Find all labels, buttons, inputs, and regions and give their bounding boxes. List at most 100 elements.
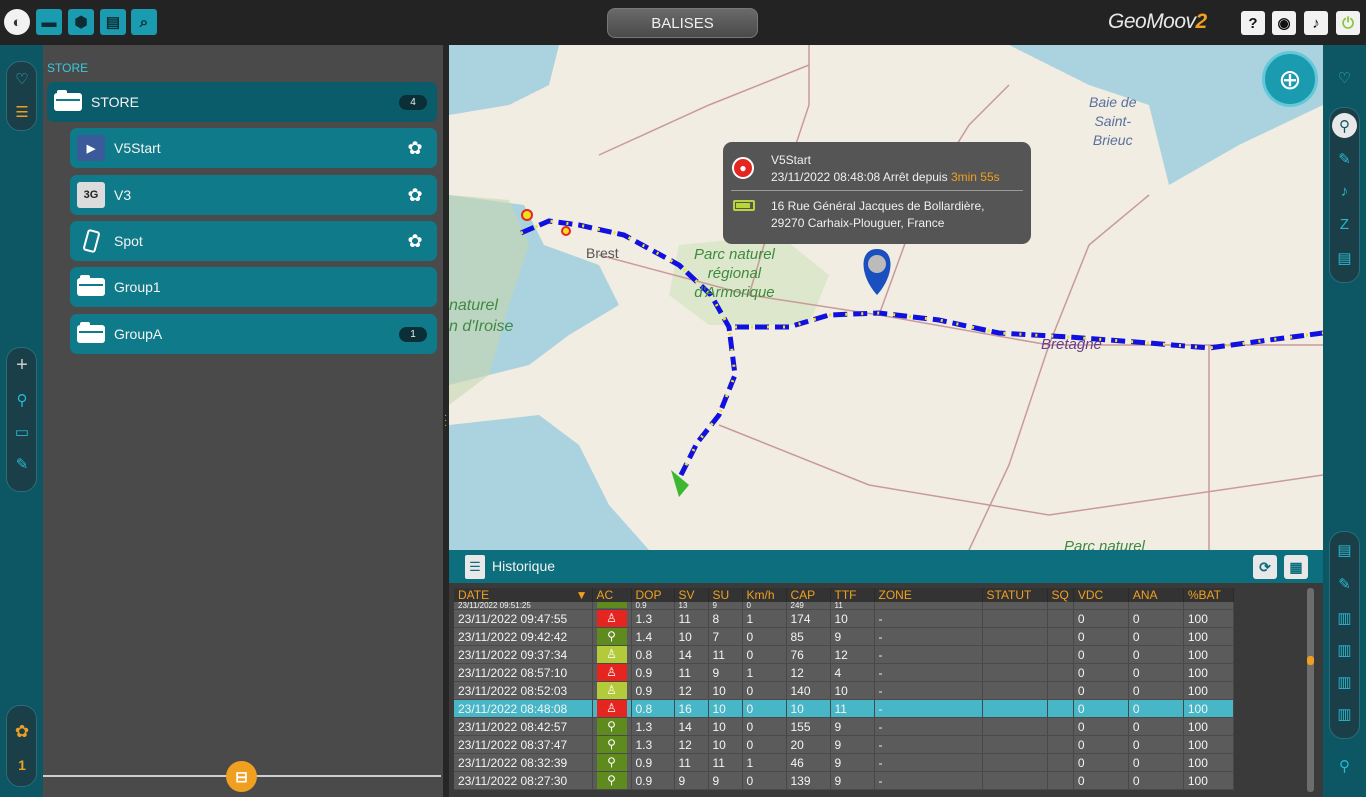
folder-icon[interactable]: ▭ [10,420,34,444]
column-header-ac[interactable]: AC [592,588,632,602]
column-header-sv[interactable]: SV [674,588,709,602]
cell-cap: 155 [786,717,831,736]
truck-icon[interactable]: ▬ [36,9,62,35]
table-row[interactable]: 23/11/2022 09:37:34 ♙ 0.8 14 11 0 76 12-0 0 100 [454,645,1234,664]
cell-zone: - [874,735,983,754]
cell-su: 10 [708,699,743,718]
paw-icon[interactable]: ✿ [403,231,427,252]
scroll-position-marker[interactable] [1307,656,1314,665]
table-row[interactable]: 23/11/2022 08:27:30 ⚲ 0.9 9 9 0 139 9-0 0 100 [454,771,1234,790]
paw-icon[interactable]: ✿ [10,720,34,744]
column-header-sq[interactable]: SQ [1047,588,1074,602]
panel-resize-handle[interactable]: ⊟ [226,761,257,792]
paw-icon[interactable]: ✿ [403,138,427,159]
sleep-timer-icon[interactable]: Z [1332,212,1357,237]
filter-car-icon[interactable]: ⚲ [1332,753,1357,778]
map-view-icon[interactable]: ♡ [10,67,34,91]
trash-alt-icon[interactable]: ▥ [1332,701,1357,726]
table-row[interactable]: 23/11/2022 09:42:42 ⚲ 1.4 10 7 0 85 9-0 0 100 [454,627,1234,646]
cell-ttf: 12 [830,645,875,664]
sort-desc-icon[interactable]: ▼ [576,588,588,602]
map-label-bay: Baie de Saint- Brieuc [1089,94,1137,148]
cell-vdc: 0 [1073,735,1129,754]
cell-vdc: 0 [1073,663,1129,682]
module-title-button[interactable]: BALISES [607,8,758,38]
export-icon[interactable]: ▦ [1284,555,1308,579]
document-icon[interactable]: ▤ [100,9,126,35]
wrench-icon[interactable]: ✎ [1332,571,1357,596]
search-icon[interactable]: ⌕ [131,9,157,35]
cell-dop: 1.3 [631,717,675,736]
device-info-popup: ● V5Start 23/11/2022 08:48:08 Arrêt depu… [723,142,1031,244]
map-layers-icon[interactable]: ♡ [1332,65,1357,90]
app-root: ◐ ▬ ⬢ ▤ ⌕ BALISES GeoMoov2 ? ◉ ♪ ⏻ ♡ ☰ +… [0,0,1366,797]
column-header-kmh[interactable]: Km/h [742,588,787,602]
add-document-icon[interactable]: ▤ [1332,537,1357,562]
column-header-zone[interactable]: ZONE [874,588,983,602]
refresh-icon[interactable]: ⟳ [1253,555,1277,579]
tree-item-spot[interactable]: Spot ✿ [70,221,437,261]
sea-area [449,415,649,550]
table-row[interactable]: 23/11/2022 08:52:03 ♙ 0.9 12 10 0 140 10-0 0 100 [454,681,1234,700]
tree-node-store[interactable]: STORE 4 [47,82,437,122]
stop-marker[interactable] [561,226,571,236]
cell-cap: 46 [786,753,831,772]
cell-sq [1047,627,1074,646]
cell-ana: 0 [1128,681,1184,700]
device-location-pin[interactable] [863,249,891,295]
tools-icon[interactable]: ✎ [1332,146,1357,171]
stop-status-icon: ♙ [596,664,627,681]
column-header-vdc[interactable]: VDC [1073,588,1129,602]
tree-item-group1[interactable]: Group1 [70,267,437,307]
locate-button[interactable]: ⊕ [1262,51,1318,107]
table-row[interactable]: 23/11/2022 08:37:47 ⚲ 1.3 12 10 0 20 9-0 0 100 [454,735,1234,754]
cell-sv: 10 [674,627,709,646]
add-icon[interactable]: + [10,353,34,377]
column-date-label: DATE [458,588,490,602]
module-title: BALISES [651,14,714,32]
map-view[interactable]: Baie de Saint- Brieuc Brest Parc naturel… [449,45,1323,550]
table-row-partial[interactable]: 23/11/2022 09:51:25 0.9 13 9 0 249 11 [454,602,1234,610]
column-header-cap[interactable]: CAP [786,588,831,602]
tree-view-icon[interactable]: ☰ [10,100,34,124]
column-header-statut[interactable]: STATUT [982,588,1048,602]
left-rail-top-group: ♡ ☰ [6,61,37,131]
trash-icon[interactable]: ▥ [1332,669,1357,694]
cell-dop: 1.3 [631,609,675,628]
alarm-icon[interactable]: ♪ [1332,179,1357,204]
column-header-dop[interactable]: DOP [631,588,675,602]
edit-icon[interactable]: ✎ [10,452,34,476]
table-row[interactable]: 23/11/2022 08:57:10 ♙ 0.9 11 9 1 12 4-0 0 100 [454,663,1234,682]
column-header-ana[interactable]: ANA [1128,588,1184,602]
popup-status-line: 23/11/2022 08:48:08 Arrêt depuis 3min 55… [771,170,1000,184]
palette-icon[interactable]: ◉ [1272,11,1296,35]
stop-marker[interactable] [521,209,533,221]
column-header-bat[interactable]: %BAT [1183,588,1234,602]
report-icon[interactable]: ▤ [1332,245,1357,270]
delete-all-icon[interactable]: ▥ [1332,637,1357,662]
track-icon[interactable]: ⚲ [1332,113,1357,138]
tree-item-v5start[interactable]: ▶ V5Start ✿ [70,128,437,168]
history-scrollbar[interactable] [1307,588,1314,792]
cell-ttf: 9 [830,627,875,646]
cell-zone: - [874,717,983,736]
column-header-date[interactable]: DATE ▼ [454,588,593,602]
shape-icon[interactable]: ⬢ [68,9,94,35]
table-row[interactable]: 23/11/2022 08:32:39 ⚲ 0.9 11 11 1 46 9-0 0 100 [454,753,1234,772]
bell-icon[interactable]: ♪ [1304,11,1328,35]
column-header-ttf[interactable]: TTF [830,588,875,602]
cell-ttf: 9 [830,735,875,754]
table-row[interactable]: 23/11/2022 09:47:55 ♙ 1.3 11 8 1 174 10-0 0 100 [454,609,1234,628]
tree-item-v3[interactable]: 3G V3 ✿ [70,175,437,215]
column-header-su[interactable]: SU [708,588,743,602]
table-row[interactable]: 23/11/2022 08:48:08 ♙ 0.8 16 10 0 10 11-0 0 100 [454,699,1234,718]
globe-icon[interactable]: ◐ [4,9,30,35]
paw-icon[interactable]: ✿ [403,185,427,206]
tree-item-groupa[interactable]: GroupA 1 [70,314,437,354]
help-icon[interactable]: ? [1241,11,1265,35]
delete-icon[interactable]: ▥ [1332,605,1357,630]
filter-icon[interactable]: ⚲ [10,388,34,412]
cell-ana: 0 [1128,699,1184,718]
power-icon[interactable]: ⏻ [1336,11,1360,35]
table-row[interactable]: 23/11/2022 08:42:57 ⚲ 1.3 14 10 0 155 9-0 0 100 [454,717,1234,736]
